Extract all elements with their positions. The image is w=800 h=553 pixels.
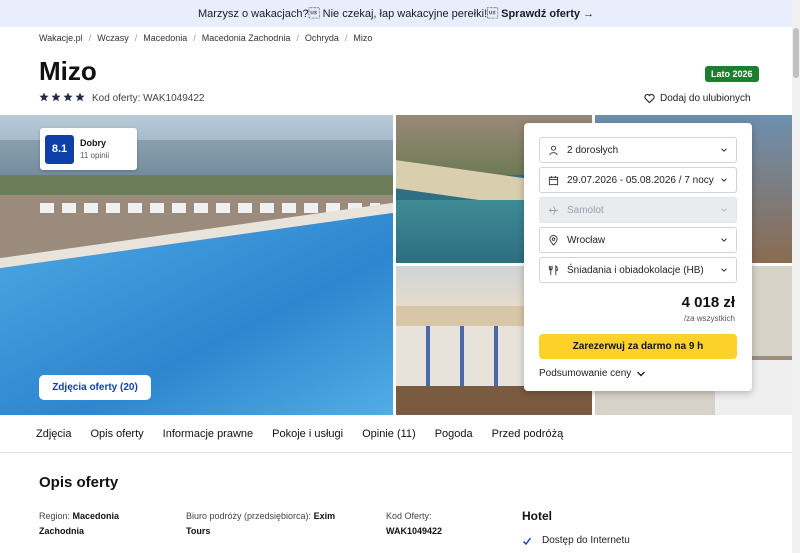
plane-icon	[548, 205, 559, 216]
breadcrumb-separator: /	[134, 33, 138, 43]
chevron-down-icon	[721, 148, 727, 152]
tab-photos[interactable]: Zdjęcia	[36, 428, 71, 440]
tab-offer-description[interactable]: Opis oferty	[90, 428, 143, 440]
star-icon	[75, 92, 85, 102]
chevron-down-icon	[721, 178, 727, 182]
tab-rooms-services[interactable]: Pokoje i usługi	[272, 428, 343, 440]
scrollbar-thumb[interactable]	[793, 28, 799, 78]
chevron-down-icon	[637, 371, 646, 376]
tab-legal-info[interactable]: Informacje prawne	[163, 428, 254, 440]
organizer-value: Exim	[313, 511, 336, 521]
departure-value: Wrocław	[567, 234, 606, 246]
transport-value: Samolot	[567, 204, 604, 216]
star-icon	[51, 92, 61, 102]
book-button[interactable]: Zarezerwuj za darmo na 9 h	[539, 334, 737, 359]
section-tabs: Zdjęcia Opis oferty Informacje prawne Po…	[0, 415, 792, 453]
booking-panel: 2 dorosłych 29.07.2026 - 05.08.2026 / 7 …	[524, 123, 752, 391]
tab-reviews[interactable]: Opinie (11)	[362, 428, 416, 440]
breadcrumb-item[interactable]: Wczasy	[97, 33, 129, 43]
price-note: /za wszystkich	[683, 314, 735, 323]
offer-code: Kod oferty: WAK1049422	[92, 93, 205, 104]
region-value: Macedonia	[72, 511, 120, 521]
dates-select[interactable]: 29.07.2026 - 05.08.2026 / 7 nocy	[539, 167, 737, 193]
breadcrumb-item[interactable]: Macedonia Zachodnia	[202, 33, 291, 43]
organizer-value-cont: Tours	[186, 526, 211, 536]
promo-banner: Marzysz o wakacjach? Nie czekaj, łap wak…	[0, 0, 792, 27]
price-summary-toggle[interactable]: Podsumowanie ceny	[539, 368, 646, 379]
breadcrumb-separator: /	[344, 33, 348, 43]
promo-link[interactable]: Sprawdź oferty →	[501, 8, 594, 20]
season-badge: Lato 2026	[705, 66, 759, 82]
photos-button[interactable]: Zdjęcia oferty (20)	[39, 375, 151, 400]
departure-select[interactable]: Wrocław	[539, 227, 737, 253]
checkmark-icon	[523, 537, 532, 545]
promo-text: Marzysz o wakacjach? Nie czekaj, łap wak…	[197, 7, 499, 20]
board-value: Śniadania i obiadokolacje (HB)	[567, 264, 704, 276]
cutlery-icon	[548, 264, 559, 276]
star-icon	[39, 92, 49, 102]
organizer-info: Biuro podróży (przedsiębiorca): Exim Tou…	[186, 509, 335, 539]
page-title: Mizo	[39, 56, 97, 86]
heart-icon	[644, 93, 655, 104]
breadcrumb-separator: /	[296, 33, 299, 43]
guests-value: 2 dorosłych	[567, 144, 619, 156]
region-value-cont: Zachodnia	[39, 526, 85, 536]
rating-label: Dobry	[80, 138, 107, 148]
breadcrumb-item[interactable]: Mizo	[353, 33, 372, 43]
code-value: WAK1049422	[386, 526, 443, 536]
offer-code-info: Kod Oferty: WAK1049422	[386, 509, 442, 539]
breadcrumb-separator: /	[193, 33, 196, 43]
breadcrumb-item[interactable]: Macedonia	[143, 33, 187, 43]
board-select[interactable]: Śniadania i obiadokolacje (HB)	[539, 257, 737, 283]
transport-select: Samolot	[539, 197, 737, 223]
breadcrumb-item[interactable]: Ochryda	[305, 33, 339, 43]
favorites-label: Dodaj do ulubionych	[660, 93, 751, 104]
location-pin-icon	[548, 234, 559, 246]
tab-before-travel[interactable]: Przed podróżą	[492, 428, 564, 440]
person-icon	[548, 145, 559, 156]
feature-item: Dostęp do Internetu	[522, 535, 630, 546]
star-rating	[39, 92, 85, 102]
hotel-heading: Hotel	[522, 509, 552, 523]
scrollbar[interactable]	[792, 0, 800, 553]
chevron-down-icon	[721, 238, 727, 242]
rating-card: 8.1 Dobry 11 opinii	[40, 128, 137, 170]
breadcrumb: Wakacje.pl / Wczasy / Macedonia / Macedonia…	[39, 33, 372, 43]
star-icon	[63, 92, 73, 102]
review-count[interactable]: 11 opinii	[80, 151, 109, 160]
breadcrumb-item[interactable]: Wakacje.pl	[39, 33, 83, 43]
guests-select[interactable]: 2 dorosłych	[539, 137, 737, 163]
dates-value: 29.07.2026 - 05.08.2026 / 7 nocy	[567, 174, 714, 186]
chevron-down-icon	[721, 268, 727, 272]
breadcrumb-separator: /	[88, 33, 92, 43]
feature-label: Dostęp do Internetu	[542, 535, 630, 546]
rating-score: 8.1	[45, 134, 74, 164]
chevron-down-icon	[721, 208, 727, 212]
total-price: 4 018 zł	[681, 294, 735, 311]
region-label: Region:	[39, 511, 71, 521]
organizer-label: Biuro podróży (przedsiębiorca):	[186, 511, 312, 521]
section-title: Opis oferty	[39, 474, 119, 491]
price-summary-label: Podsumowanie ceny	[539, 368, 632, 379]
tab-weather[interactable]: Pogoda	[435, 428, 473, 440]
calendar-icon	[548, 175, 559, 186]
add-to-favorites-button[interactable]: Dodaj do ulubionych	[644, 93, 751, 104]
region-info: Region: Macedonia Zachodnia	[39, 509, 119, 539]
code-label: Kod Oferty:	[386, 511, 432, 521]
